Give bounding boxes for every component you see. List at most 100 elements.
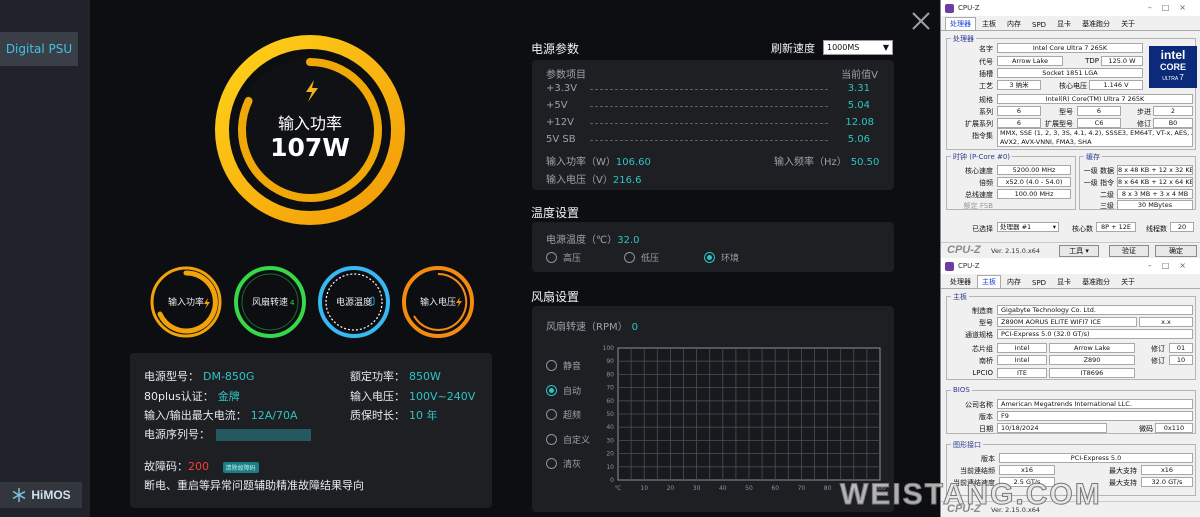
- fan-mode-auto[interactable]: 自动: [546, 384, 581, 397]
- cpu-codename: Arrow Lake: [997, 56, 1063, 66]
- temp-option-ambient[interactable]: 环境: [704, 251, 739, 264]
- radio-icon: [546, 434, 557, 445]
- y-tick-label: 0: [610, 477, 614, 484]
- y-tick-label: 30: [606, 437, 614, 444]
- close-icon[interactable]: [910, 10, 932, 32]
- radio-icon: [546, 409, 557, 420]
- refresh-speed-select[interactable]: 1000MS ▼: [823, 40, 893, 55]
- tab-about[interactable]: 关于: [1116, 17, 1140, 30]
- param-name: +3.3V: [546, 83, 578, 94]
- x-tick-label: 70: [798, 485, 806, 492]
- radio-icon: [546, 385, 557, 396]
- fan-mode-overclock[interactable]: 超频: [546, 408, 581, 421]
- input-power-row: 输入功率（W）106.60: [546, 157, 651, 168]
- tab-spd[interactable]: SPD: [1027, 19, 1051, 30]
- param-name: +5V: [546, 100, 568, 111]
- input-voltage-reading: 输入电压（V）216.6: [546, 175, 642, 186]
- radio-icon: [624, 252, 635, 263]
- temp-title: 温度设置: [531, 206, 580, 220]
- tab-spd[interactable]: SPD: [1027, 277, 1051, 288]
- serial-redacted: [216, 429, 311, 441]
- intel-core-ultra-logo: intel CORE ULTRA 7: [1149, 46, 1197, 88]
- serial-row: 电源序列号：: [144, 426, 311, 442]
- mini-gauge-psu-temp[interactable]: 电源温度: [316, 264, 392, 340]
- processor-select[interactable]: 处理器 #1 ▾: [997, 222, 1059, 232]
- radio-icon: [546, 458, 557, 469]
- fault-code: 200: [188, 460, 209, 473]
- model-row: 电源型号： DM-850G: [144, 370, 255, 383]
- ok-button[interactable]: 确定: [1155, 245, 1197, 257]
- tab-bench[interactable]: 基准跑分: [1077, 17, 1115, 30]
- x-tick-label: 50: [745, 485, 753, 492]
- fan-mode-dust[interactable]: 清灰: [546, 457, 581, 470]
- y-tick-label: 20: [606, 451, 614, 458]
- power-gauge-value: 107W: [270, 133, 350, 162]
- temp-panel: 电源温度（℃）32.0 高压 低压 环境: [532, 222, 894, 272]
- x-tick-label: 10: [640, 485, 648, 492]
- fan-curve-grid[interactable]: 1009080706050403020100℃ 10 20 30 40 50 60 70 80 9…: [596, 342, 886, 498]
- x-tick-label: 20: [667, 485, 675, 492]
- temp-option-high[interactable]: 高压: [546, 251, 581, 264]
- temp-option-low[interactable]: 低压: [624, 251, 659, 264]
- clear-fault-button[interactable]: 清除故障码: [222, 461, 259, 473]
- cpuz-app-icon: [945, 3, 954, 13]
- validate-button[interactable]: 验证: [1109, 245, 1149, 257]
- cpu-specification: Intel(R) Core(TM) Ultra 7 265K: [997, 94, 1193, 104]
- fan-speed-row: 风扇转速（RPM） 0: [546, 322, 638, 333]
- y-tick-label: 50: [606, 411, 614, 418]
- param-value: 5.04: [847, 100, 870, 111]
- y-tick-label: 100: [603, 345, 615, 352]
- main-panel: 输入功率 107W 输入功率 4 风扇转速 电源温度 输入电压 电源型号： DM…: [90, 0, 940, 517]
- radio-icon: [546, 252, 557, 263]
- cpuz-titlebar: CPU-Z –□×: [941, 0, 1200, 16]
- x-tick-label: 40: [719, 485, 727, 492]
- tab-processor[interactable]: 处理器: [945, 17, 976, 30]
- brand-name: HiMOS: [31, 488, 71, 502]
- tab-about[interactable]: 关于: [1116, 275, 1140, 288]
- mini-gauge-fan-speed[interactable]: 4 风扇转速: [232, 264, 308, 340]
- tab-mainboard[interactable]: 主板: [977, 17, 1001, 30]
- tab-processor[interactable]: 处理器: [945, 275, 976, 288]
- mini-gauge-input-voltage[interactable]: 输入电压: [400, 264, 476, 340]
- mini-gauge-input-power[interactable]: 输入功率: [148, 264, 224, 340]
- mini-gauge-label: 输入电压: [419, 298, 456, 308]
- cpuz-footer: CPU-Z Ver. 2.15.0.x64 工具 ▾ 验证 确定: [941, 242, 1200, 258]
- sidebar: Digital PSU HiMOS: [0, 0, 90, 517]
- window-controls-icon[interactable]: –□×: [1148, 3, 1196, 12]
- sidebar-item-digital-psu[interactable]: Digital PSU: [0, 32, 78, 66]
- param-name: +12V: [546, 117, 574, 128]
- fan-mode-silent[interactable]: 静音: [546, 359, 581, 372]
- cpuz-tabs: 处理器 主板 内存 SPD 显卡 基准跑分 关于: [941, 274, 1200, 289]
- cpu-name: Intel Core Ultra 7 265K: [997, 43, 1143, 53]
- chevron-down-icon: ▼: [882, 43, 889, 52]
- window-controls-icon[interactable]: –□×: [1148, 261, 1196, 270]
- mini-gauge-label: 风扇转速: [251, 298, 288, 308]
- y-tick-label: 70: [606, 385, 614, 392]
- cpu-tdp: 125.0 W: [1101, 56, 1143, 66]
- tools-button[interactable]: 工具 ▾: [1059, 245, 1099, 257]
- tab-graphics[interactable]: 显卡: [1052, 275, 1076, 288]
- y-tick-label: 80: [606, 371, 614, 378]
- mini-gauge-label: 电源温度: [335, 298, 372, 308]
- tab-memory[interactable]: 内存: [1002, 17, 1026, 30]
- cpuz-titlebar: CPU-Z –□×: [941, 258, 1200, 274]
- x-tick-label: 30: [693, 485, 701, 492]
- input-frequency-row: 输入频率（Hz） 50.50: [774, 157, 880, 168]
- y-tick-label: 40: [606, 424, 614, 431]
- tab-memory[interactable]: 内存: [1002, 275, 1026, 288]
- psu-info-card: 电源型号： DM-850G 额定功率： 850W 80plus认证： 金牌 输入电压：…: [130, 353, 492, 508]
- y-tick-label: 10: [606, 464, 614, 471]
- param-value: 5.06: [847, 134, 870, 145]
- params-panel: 参数项目 当前值V +3.3V 3.31 +5V 5.04 +12V 12.08…: [532, 60, 894, 190]
- rated-power-row: 额定功率： 850W: [350, 370, 441, 383]
- cpu-technology: 3 纳米: [997, 80, 1041, 90]
- cpu-socket: Socket 1851 LGA: [997, 68, 1143, 78]
- tab-bench[interactable]: 基准跑分: [1077, 275, 1115, 288]
- fan-mode-custom[interactable]: 自定义: [546, 433, 590, 446]
- x-tick-label: ℃: [615, 485, 622, 492]
- x-tick-label: 80: [824, 485, 832, 492]
- tab-graphics[interactable]: 显卡: [1052, 17, 1076, 30]
- mini-gauge-label: 输入功率: [167, 298, 204, 308]
- cpu-vcore: 1.146 V: [1089, 80, 1143, 90]
- tab-mainboard[interactable]: 主板: [977, 275, 1001, 288]
